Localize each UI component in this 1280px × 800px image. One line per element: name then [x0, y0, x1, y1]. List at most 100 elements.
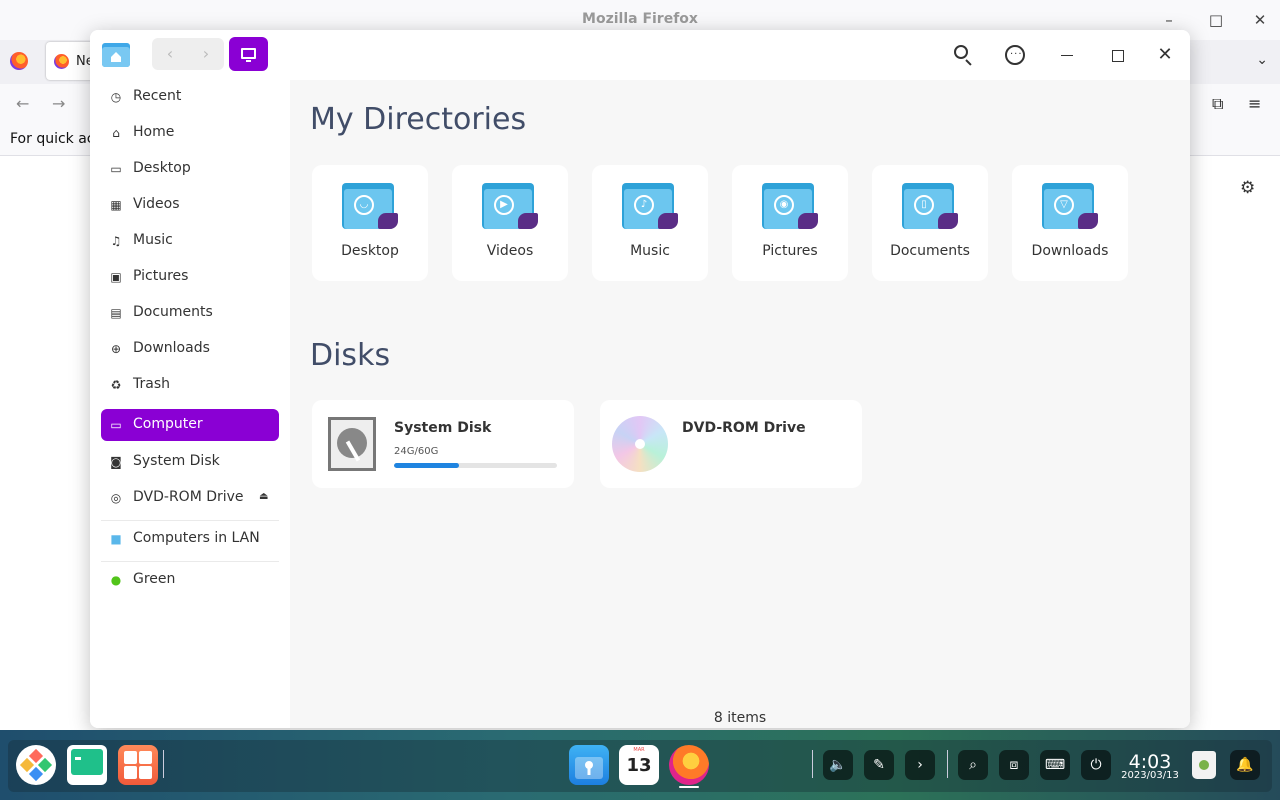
computer-location-button[interactable] — [229, 37, 268, 71]
directory-card-downloads[interactable]: ▽ Downloads — [1012, 165, 1128, 281]
gear-icon[interactable]: ⚙ — [1240, 178, 1255, 198]
extensions-icon[interactable]: ⧉ — [1212, 94, 1223, 114]
hamburger-menu-icon[interactable]: ≡ — [1248, 94, 1261, 113]
firefox-dock-icon[interactable] — [669, 745, 709, 785]
sidebar-item-green-tag[interactable]: ● Green — [101, 564, 279, 596]
sidebar-divider — [101, 520, 279, 521]
trash-icon: ♻ — [110, 378, 122, 392]
sidebar-item-label: Documents — [133, 304, 213, 320]
disk-card-system-disk[interactable]: System Disk 24G/60G — [312, 400, 574, 488]
launcher-icon[interactable] — [16, 745, 56, 785]
volume-icon[interactable]: 🔈 — [823, 750, 853, 780]
sidebar-item-system-disk[interactable]: ◙ System Disk — [101, 446, 279, 478]
sidebar-item-label: Desktop — [133, 160, 191, 176]
calendar-month: MAR — [633, 747, 645, 753]
power-icon[interactable]: ⏻ — [1081, 750, 1111, 780]
firefox-maximize-icon[interactable]: □ — [1207, 11, 1225, 29]
directory-card-documents[interactable]: ▯ Documents — [872, 165, 988, 281]
firefox-tab-icon — [54, 54, 69, 69]
file-manager-dock-icon[interactable] — [569, 745, 609, 785]
pictures-folder-icon: ◉ — [762, 183, 818, 231]
documents-folder-icon: ▯ — [902, 183, 958, 231]
home-icon: ⌂ — [112, 126, 120, 140]
directory-label: Documents — [890, 243, 970, 259]
more-menu-icon[interactable]: ··· — [1002, 42, 1028, 68]
firefox-minimize-icon[interactable]: – — [1160, 11, 1178, 29]
search-icon[interactable] — [950, 42, 976, 68]
directory-card-music[interactable]: ♪ Music — [592, 165, 708, 281]
downloads-folder-icon: ▽ — [1042, 183, 1098, 231]
notification-bell-icon[interactable]: 🔔 — [1230, 750, 1260, 780]
pen-tool-icon[interactable]: ✎ — [864, 750, 894, 780]
music-note-icon: ♫ — [110, 234, 122, 248]
sidebar-divider — [101, 561, 279, 562]
minimize-icon[interactable] — [1054, 42, 1080, 68]
sidebar-item-recent[interactable]: ◷ Recent — [101, 81, 279, 113]
eject-icon[interactable]: ⏏ — [259, 491, 268, 502]
sidebar-item-label: System Disk — [133, 453, 220, 469]
sidebar-item-videos[interactable]: ▦ Videos — [101, 189, 279, 221]
sidebar-item-desktop[interactable]: ▭ Desktop — [101, 153, 279, 185]
screenshot-icon[interactable]: ⧈ — [999, 750, 1029, 780]
directory-card-videos[interactable]: ▶ Videos — [452, 165, 568, 281]
disk-usage-bar-fill — [394, 463, 460, 468]
search-icon[interactable]: ⌕ — [958, 750, 988, 780]
trash-dock-icon[interactable] — [1192, 751, 1216, 779]
keyboard-icon[interactable]: ⌨ — [1040, 750, 1070, 780]
videos-folder-icon: ▶ — [482, 183, 538, 231]
disk-card-dvd-rom[interactable]: DVD-ROM Drive — [600, 400, 862, 488]
my-directories-title: My Directories — [310, 102, 527, 137]
disk-usage-bar — [394, 463, 557, 468]
expand-tray-chevron-icon[interactable]: › — [905, 750, 935, 780]
maximize-icon[interactable] — [1104, 42, 1130, 68]
film-icon: ▦ — [110, 198, 122, 212]
directory-card-pictures[interactable]: ◉ Pictures — [732, 165, 848, 281]
sidebar-item-documents[interactable]: ▤ Documents — [101, 297, 279, 329]
calendar-day: 13 — [626, 755, 652, 776]
bookmarks-hint-text: For quick acc — [10, 131, 103, 147]
terminal-app-icon[interactable] — [67, 745, 107, 785]
sidebar-item-music[interactable]: ♫ Music — [101, 225, 279, 257]
directory-label: Downloads — [1031, 243, 1109, 259]
sidebar-item-pictures[interactable]: ▣ Pictures — [101, 261, 279, 293]
network-folder-icon: ■ — [110, 532, 122, 546]
sidebar-item-trash[interactable]: ♻ Trash — [101, 369, 279, 401]
disk-name: DVD-ROM Drive — [682, 420, 806, 436]
close-icon[interactable]: ✕ — [1152, 42, 1178, 68]
dvd-disc-icon — [612, 416, 668, 472]
firefox-close-icon[interactable]: ✕ — [1251, 11, 1269, 29]
firefox-view-icon[interactable] — [10, 52, 28, 70]
sidebar-item-computers-in-lan[interactable]: ■ Computers in LAN — [101, 523, 279, 555]
sidebar-item-label: Recent — [133, 88, 182, 104]
sidebar-item-dvd-rom[interactable]: ◎ DVD-ROM Drive ⏏ — [101, 482, 279, 514]
directory-label: Desktop — [341, 243, 399, 259]
forward-arrow-icon[interactable]: → — [52, 94, 65, 113]
sidebar-item-label: Music — [133, 232, 173, 248]
sidebar: ◷ Recent ⌂ Home ▭ Desktop ▦ Videos ♫ Mus… — [90, 80, 290, 728]
calendar-app-icon[interactable]: MAR 13 — [619, 745, 659, 785]
disks-title: Disks — [310, 338, 391, 373]
sidebar-item-label: Pictures — [133, 268, 189, 284]
firefox-window-title: Mozilla Firefox — [582, 11, 698, 27]
back-arrow-icon[interactable]: ← — [16, 94, 29, 113]
sidebar-item-label: DVD-ROM Drive — [133, 489, 244, 505]
list-tabs-chevron-icon[interactable]: ⌄ — [1256, 52, 1268, 68]
sidebar-item-label: Home — [133, 124, 175, 140]
directory-card-desktop[interactable]: ◡ Desktop — [312, 165, 428, 281]
sidebar-item-home[interactable]: ⌂ Home — [101, 117, 279, 149]
multitask-view-icon[interactable] — [118, 745, 158, 785]
file-manager-window: ‹ › ··· ✕ ◷ Recent ⌂ Home ▭ Desktop ▦ Vi… — [90, 30, 1190, 728]
disk-name: System Disk — [394, 420, 492, 436]
back-button[interactable]: ‹ — [152, 38, 188, 70]
sidebar-item-computer[interactable]: ▭ Computer — [101, 409, 279, 441]
status-bar-item-count: 8 items — [713, 710, 767, 726]
forward-button[interactable]: › — [188, 38, 224, 70]
disk-icon: ◙ — [110, 455, 122, 469]
document-icon: ▤ — [110, 306, 122, 320]
file-manager-app-icon — [102, 43, 130, 67]
sidebar-item-label: Green — [133, 571, 176, 587]
sidebar-item-downloads[interactable]: ⊕ Downloads — [101, 333, 279, 365]
dock-divider — [163, 750, 164, 778]
sidebar-item-label: Downloads — [133, 340, 210, 356]
sidebar-item-label: Videos — [133, 196, 180, 212]
